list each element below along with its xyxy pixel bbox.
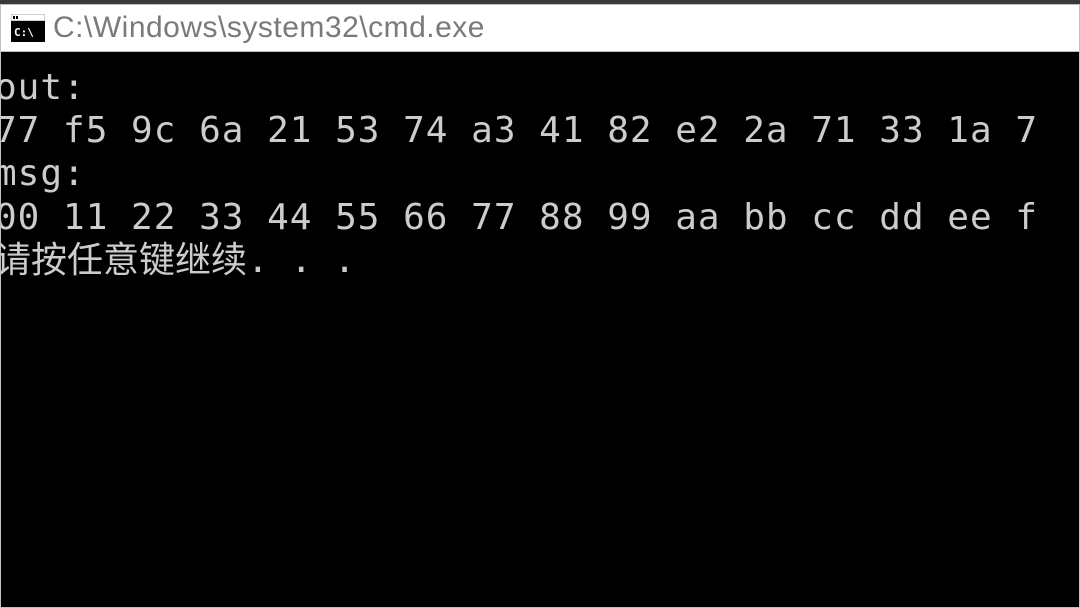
cmd-window: C:\ C:\Windows\system32\cmd.exe out: 77 …: [0, 0, 1080, 608]
output-label: out:: [0, 66, 1079, 109]
msg-label: msg:: [0, 152, 1079, 195]
svg-text:C:\: C:\: [14, 26, 34, 39]
output-hex-line: 77 f5 9c 6a 21 53 74 a3 41 82 e2 2a 71 3…: [0, 109, 1079, 152]
msg-hex-line: 00 11 22 33 44 55 66 77 88 99 aa bb cc d…: [0, 196, 1079, 239]
console-output[interactable]: out: 77 f5 9c 6a 21 53 74 a3 41 82 e2 2a…: [0, 52, 1080, 608]
cmd-icon: C:\: [11, 14, 45, 42]
press-any-key-prompt: 请按任意键继续. . .: [0, 239, 1079, 282]
titlebar[interactable]: C:\ C:\Windows\system32\cmd.exe: [0, 4, 1080, 52]
window-title: C:\Windows\system32\cmd.exe: [53, 11, 485, 45]
